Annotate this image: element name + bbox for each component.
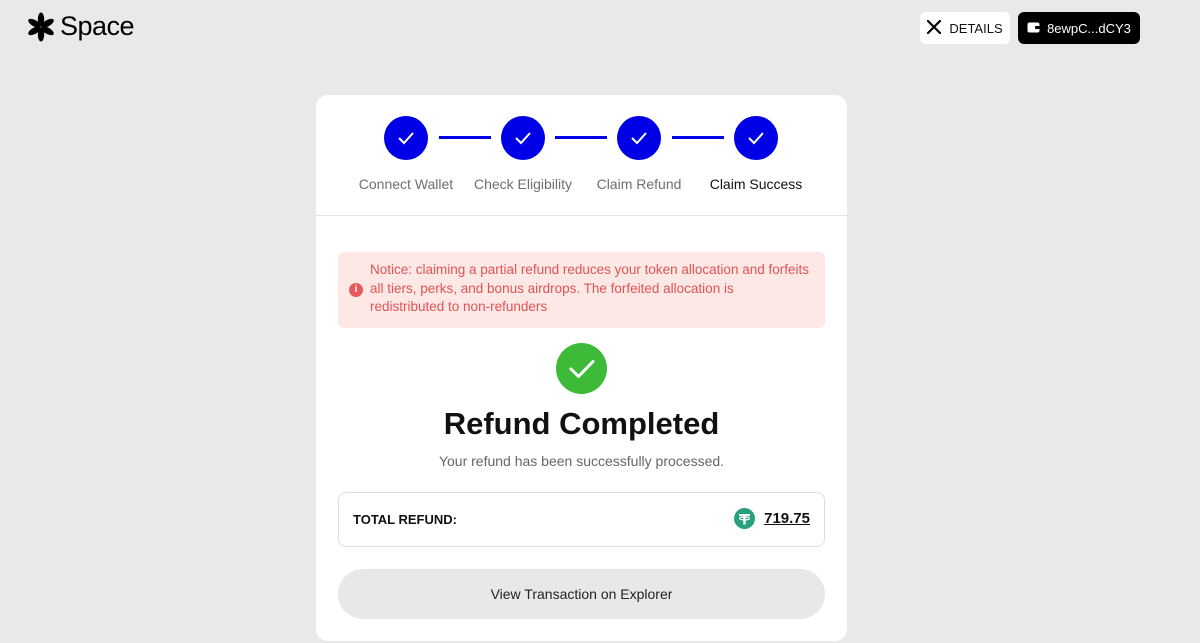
notice-text: Notice: claiming a partial refund reduce… <box>370 262 809 314</box>
notice-banner: i Notice: claiming a partial refund redu… <box>338 252 825 328</box>
wallet-address: 8ewpC...dCY3 <box>1047 20 1131 36</box>
total-refund-value[interactable]: 719.75 <box>764 510 810 527</box>
logo[interactable]: Space <box>26 11 135 42</box>
page-title: Refund Completed <box>443 406 720 441</box>
page-subtitle: Your refund has been successfully proces… <box>438 453 725 469</box>
asterisk-logo-icon <box>26 12 56 42</box>
success-check-icon <box>556 343 607 394</box>
wallet-button[interactable]: 8ewpC...dCY3 <box>1018 12 1140 44</box>
total-refund-amount: 719.75 <box>734 508 810 529</box>
usdt-icon <box>734 508 756 529</box>
total-refund-label: TOTAL REFUND: <box>353 512 457 527</box>
total-refund-box: TOTAL REFUND: 719.75 <box>338 492 825 547</box>
details-button-label: DETAILS <box>949 20 1003 36</box>
x-logo-icon <box>926 18 942 37</box>
step-2-check-icon <box>501 116 545 160</box>
info-icon: i <box>349 283 363 297</box>
step-label-claim-success: Claim Success <box>709 176 803 192</box>
wallet-icon <box>1027 21 1041 36</box>
step-connector <box>555 136 607 139</box>
view-transaction-label: View Transaction on Explorer <box>490 586 673 602</box>
progress-stepper: Connect Wallet Check Eligibility Claim R… <box>316 95 847 216</box>
step-1-check-icon <box>384 116 428 160</box>
step-connector <box>439 136 491 139</box>
details-button[interactable]: DETAILS <box>920 12 1010 44</box>
step-3-check-icon <box>617 116 661 160</box>
refund-card: Connect Wallet Check Eligibility Claim R… <box>316 95 847 641</box>
logo-text: Space <box>60 11 135 41</box>
view-transaction-button[interactable]: View Transaction on Explorer <box>338 569 825 619</box>
step-4-check-icon <box>734 116 778 160</box>
step-connector <box>672 136 724 139</box>
